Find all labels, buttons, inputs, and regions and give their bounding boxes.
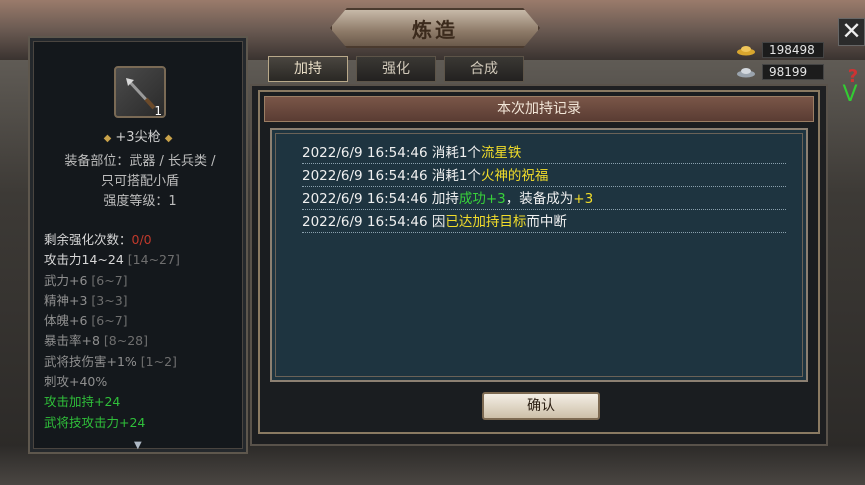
stat-wujiang-attack-bonus: 武将技攻击力+24: [44, 414, 146, 430]
item-count: 1: [154, 104, 162, 118]
diamond-icon: ◆: [164, 133, 173, 144]
silver-currency: 98199: [736, 64, 824, 80]
log-text: ，装备成为: [505, 191, 574, 207]
item-strength-level: 强度等级：1: [103, 194, 177, 209]
stat-label: 精神+3: [44, 292, 88, 308]
log-entry: 2022/6/9 16:54:46 加持成功+3，装备成为+3: [302, 188, 786, 210]
log-entry: 2022/6/9 16:54:46 消耗1个流星铁: [302, 142, 786, 164]
confirm-button[interactable]: 确认: [482, 392, 600, 420]
item-stats: 剩余强化次数：0/0 攻击力14~24 [14~27] 武力+6 [6~7] 精…: [44, 230, 244, 433]
stat-jingshen: 精神+3 [3~3]: [44, 291, 244, 311]
stat-baoji: 暴击率+8 [8~28]: [44, 331, 244, 351]
silver-ingot-icon: [737, 68, 755, 78]
stat-range: [8~28]: [103, 333, 149, 349]
stat-label: 武力+6: [44, 272, 88, 288]
stat-wuli: 武力+6 [6~7]: [44, 271, 244, 291]
gold-value: 198498: [762, 42, 824, 58]
log-highlight: +3: [573, 191, 594, 207]
stat-label: 剩余强化次数：: [44, 232, 132, 247]
item-desc-line: 装备部位：武器 / 长兵类 /: [64, 154, 216, 169]
tab-jiachi[interactable]: 加持: [268, 56, 348, 82]
log-text: 而中断: [526, 214, 567, 230]
stat-attack: 攻击力14~24 [14~27]: [44, 250, 244, 270]
close-button[interactable]: ✕: [838, 18, 865, 46]
spear-item-slot[interactable]: 1: [114, 66, 166, 118]
window-title-plate: 炼造: [330, 8, 540, 48]
scroll-down-icon[interactable]: ▼: [134, 440, 142, 451]
silver-value: 98199: [762, 64, 824, 80]
log-highlight: 成功+3: [458, 191, 506, 207]
log-highlight: 已达加持目标: [445, 214, 527, 230]
tab-qianghua[interactable]: 强化: [356, 56, 436, 82]
log-text: 2022/6/9 16:54:46 加持: [302, 191, 459, 207]
stat-label: 体魄+6: [44, 313, 88, 329]
stat-range: [6~7]: [91, 272, 128, 288]
stat-attack-bonus: 攻击加持+24: [44, 394, 121, 410]
stat-label: 武将技伤害+1%: [44, 353, 137, 369]
log-text: 2022/6/9 16:54:46 消耗1个: [302, 168, 481, 184]
stat-tipo: 体魄+6 [6~7]: [44, 311, 244, 331]
stat-wujiang-skill-damage: 武将技伤害+1% [1~2]: [44, 352, 244, 372]
log-highlight: 火神的祝福: [480, 168, 549, 184]
stat-remaining: 剩余强化次数：0/0: [44, 230, 244, 250]
log-highlight: 流星铁: [480, 145, 522, 161]
item-name: ◆ +3尖枪 ◆: [30, 126, 246, 145]
stat-range: [1~2]: [140, 353, 177, 369]
item-desc-line: 只可搭配小盾: [100, 174, 179, 189]
item-info-panel: 1 ◆ +3尖枪 ◆ 装备部位：武器 / 长兵类 / 只可搭配小盾 强度等级：1…: [28, 36, 248, 454]
dialog-title: 本次加持记录: [264, 96, 814, 122]
stat-range: [14~27]: [127, 252, 180, 268]
stat-value: 0/0: [131, 232, 152, 247]
log-list: 2022/6/9 16:54:46 消耗1个流星铁 2022/6/9 16:54…: [270, 128, 808, 382]
tab-bar: 加持 强化 合成: [268, 56, 524, 84]
stat-range: [3~3]: [91, 292, 128, 308]
stat-cigong: 刺攻+40%: [44, 374, 108, 390]
gold-ingot-icon: [737, 46, 755, 56]
window-title: 炼造: [412, 17, 458, 42]
tab-hecheng[interactable]: 合成: [444, 56, 524, 82]
stat-label: 攻击力14~24: [44, 252, 124, 268]
log-entry: 2022/6/9 16:54:46 消耗1个火神的祝福: [302, 165, 786, 187]
gold-currency: 198498: [736, 42, 824, 58]
log-text: 2022/6/9 16:54:46 消耗1个: [302, 145, 481, 161]
log-text: 2022/6/9 16:54:46 因: [302, 214, 446, 230]
stat-label: 暴击率+8: [44, 333, 100, 349]
diamond-icon: ◆: [103, 133, 112, 144]
check-icon: V: [842, 82, 858, 107]
item-name-text: +3尖枪: [115, 130, 161, 145]
item-description: 装备部位：武器 / 长兵类 / 只可搭配小盾 强度等级：1: [50, 152, 230, 212]
log-entry: 2022/6/9 16:54:46 因已达加持目标而中断: [302, 211, 786, 233]
stat-range: [6~7]: [91, 313, 128, 329]
